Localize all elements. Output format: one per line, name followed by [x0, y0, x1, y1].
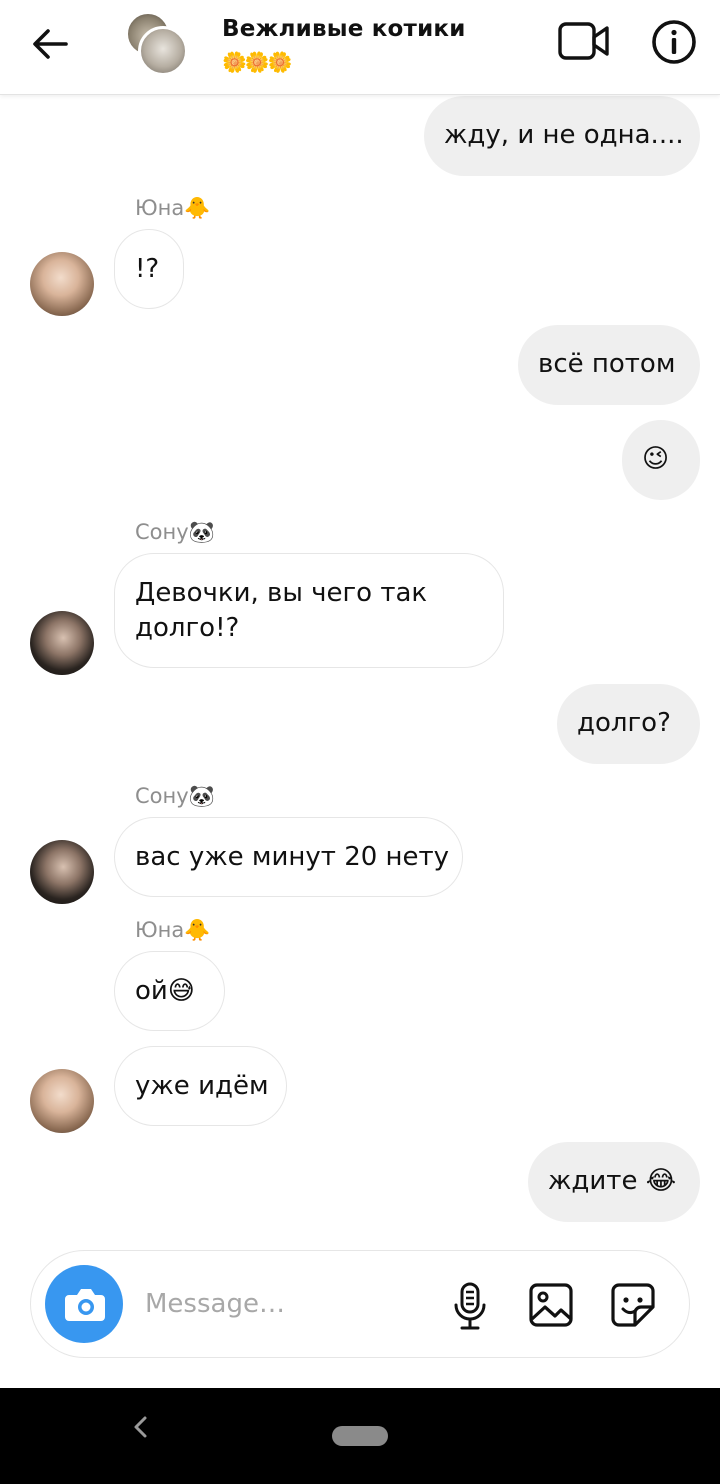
sender-name: Юна🐥 [135, 918, 211, 942]
video-call-icon[interactable] [556, 18, 612, 64]
back-arrow-icon[interactable] [28, 22, 72, 66]
message-text-line: Девочки, вы чего так [135, 578, 428, 608]
message-bubble-outgoing[interactable]: всё потом [518, 325, 700, 405]
chat-header: Вежливые котики 🌼🌼🌼 [0, 0, 720, 95]
message-bubble-outgoing[interactable]: 😉 [622, 420, 700, 500]
message-text: ждите 😂 [548, 1166, 677, 1196]
group-avatar[interactable] [124, 12, 192, 76]
message-text: ой😅 [135, 976, 195, 1006]
message-text: уже идём [135, 1071, 269, 1101]
chat-subtitle: 🌼🌼🌼 [222, 50, 293, 74]
sender-name: Юна🐥 [135, 196, 211, 220]
message-text: !? [135, 254, 160, 284]
message-composer [30, 1250, 690, 1358]
message-bubble-incoming[interactable]: !? [114, 229, 184, 309]
message-text: долго? [577, 708, 671, 738]
message-bubble-outgoing[interactable]: жду, и не одна.... [424, 96, 700, 176]
sender-name: Сону🐼 [135, 520, 215, 544]
message-text: жду, и не одна.... [444, 120, 684, 150]
avatar[interactable] [30, 1069, 94, 1133]
message-input[interactable] [145, 1281, 425, 1327]
home-pill[interactable] [332, 1426, 388, 1446]
member-avatar [138, 26, 188, 76]
message-bubble-incoming[interactable]: Девочки, вы чего так долго!? [114, 553, 504, 668]
chat-title[interactable]: Вежливые котики [222, 16, 466, 42]
message-bubble-incoming[interactable]: вас уже минут 20 нету [114, 817, 463, 897]
message-bubble-incoming[interactable]: уже идём [114, 1046, 287, 1126]
gallery-icon[interactable] [527, 1281, 575, 1329]
nav-back-icon[interactable] [126, 1412, 156, 1442]
message-bubble-outgoing[interactable]: долго? [557, 684, 700, 764]
sender-name: Сону🐼 [135, 784, 215, 808]
message-bubble-incoming[interactable]: ой😅 [114, 951, 225, 1031]
microphone-icon[interactable] [451, 1281, 489, 1331]
message-text: 😉 [642, 444, 670, 474]
avatar[interactable] [30, 840, 94, 904]
info-icon[interactable] [650, 18, 698, 66]
camera-icon[interactable] [45, 1265, 123, 1343]
message-text: вас уже минут 20 нету [135, 842, 450, 872]
sticker-icon[interactable] [609, 1281, 657, 1329]
avatar[interactable] [30, 611, 94, 675]
message-text: всё потом [538, 349, 676, 379]
message-text-line: долго!? [135, 613, 240, 643]
avatar[interactable] [30, 252, 94, 316]
message-bubble-outgoing[interactable]: ждите 😂 [528, 1142, 700, 1222]
